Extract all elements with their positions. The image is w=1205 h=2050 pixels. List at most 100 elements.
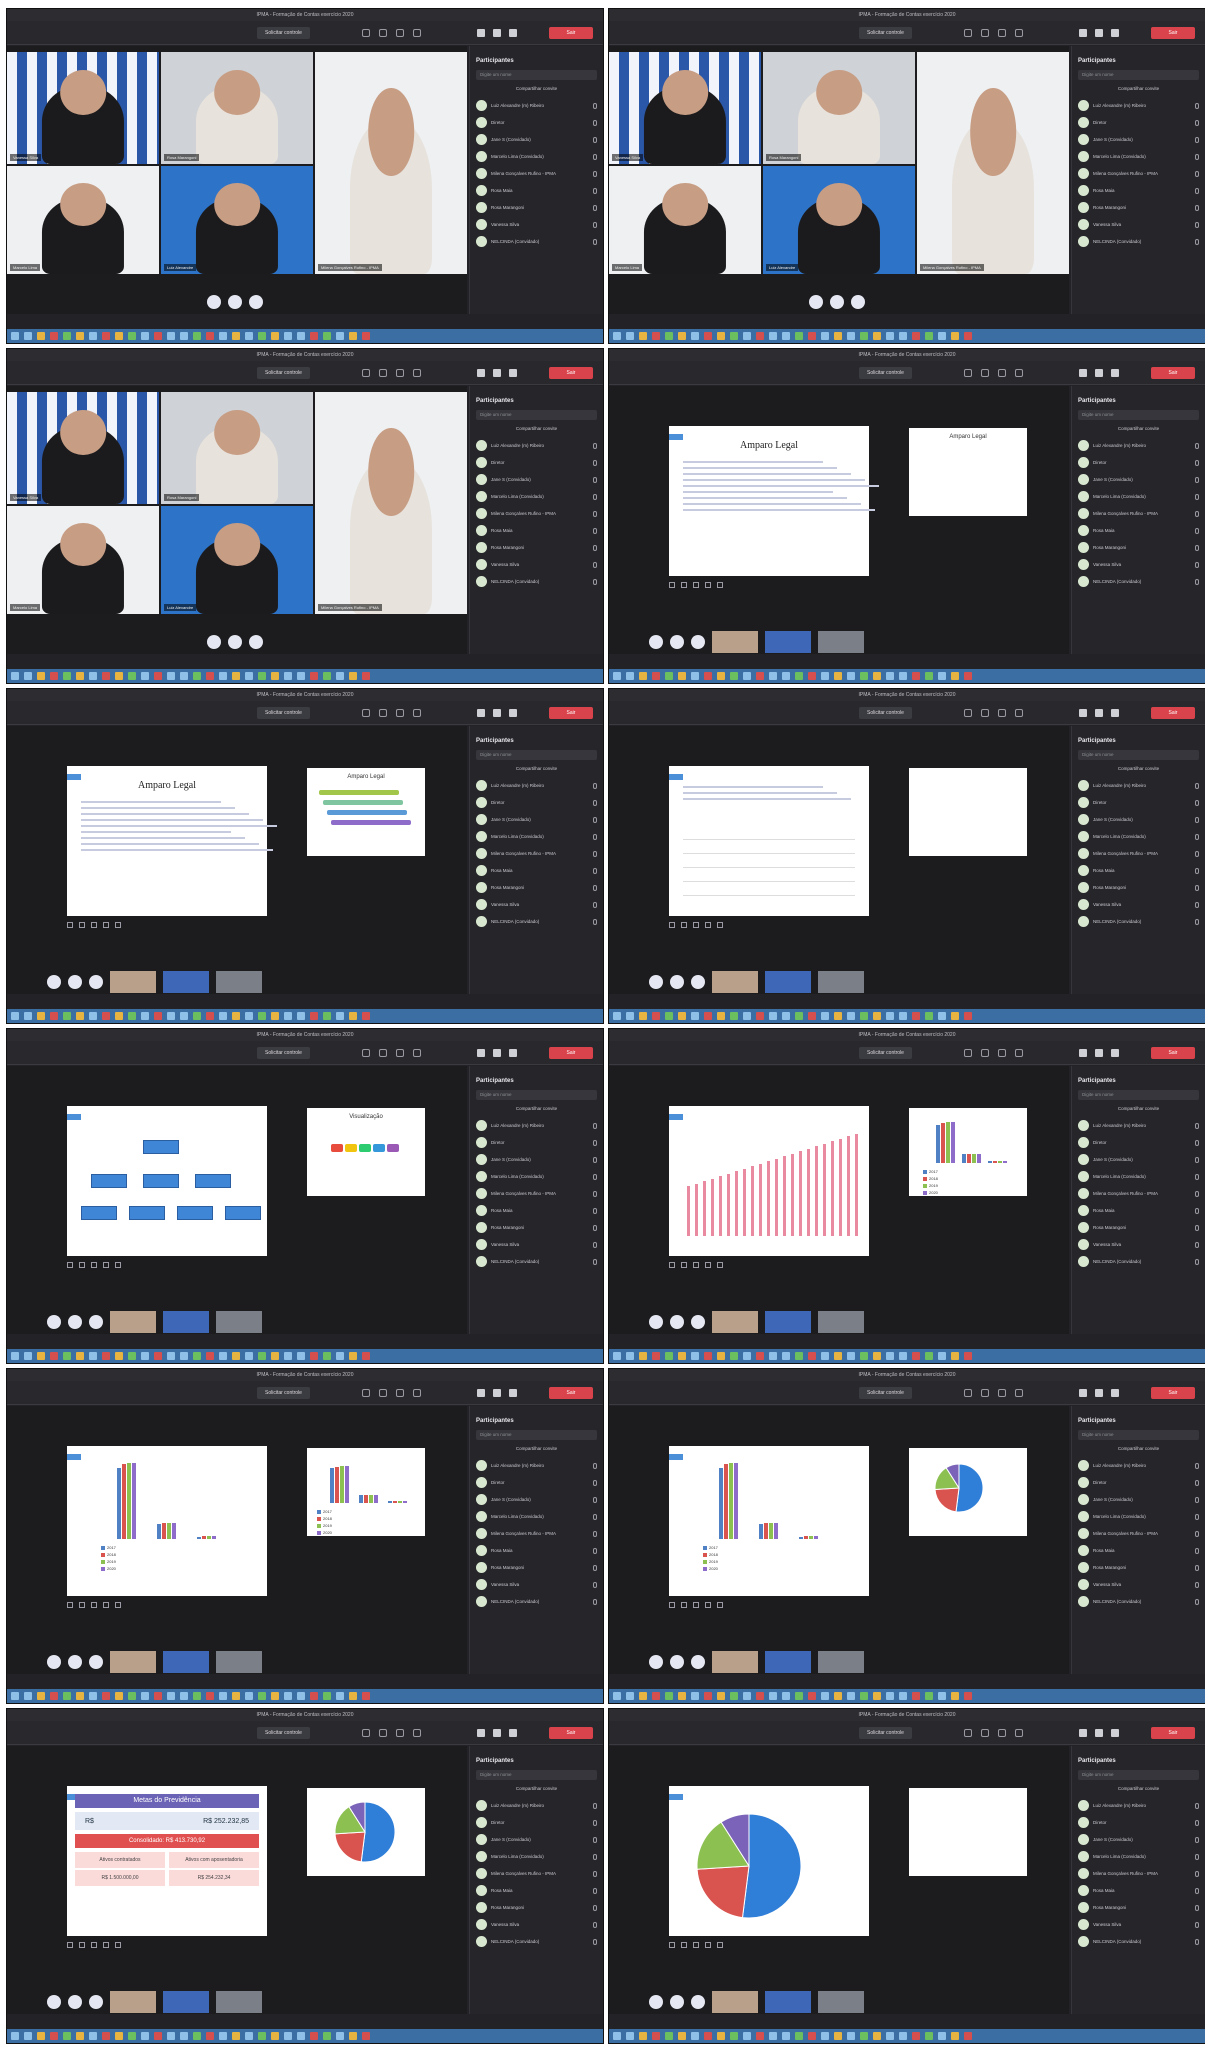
taskbar-app-icon[interactable] bbox=[63, 1692, 71, 1700]
taskbar-app-icon[interactable] bbox=[834, 1692, 842, 1700]
taskbar-app-icon[interactable] bbox=[743, 1692, 751, 1700]
taskbar-app-icon[interactable] bbox=[297, 1012, 305, 1020]
taskbar-app-icon[interactable] bbox=[180, 672, 188, 680]
participant-row[interactable]: Jane S (Convidado) bbox=[1078, 131, 1199, 148]
taskbar-app-icon[interactable] bbox=[652, 1012, 660, 1020]
leave-button[interactable]: Sair bbox=[1151, 1047, 1195, 1059]
more-icon[interactable] bbox=[1015, 1389, 1023, 1397]
participant-row[interactable]: Marcelo Lima (Convidado) bbox=[1078, 148, 1199, 165]
taskbar-app-icon[interactable] bbox=[141, 672, 149, 680]
leave-button[interactable]: Sair bbox=[549, 1727, 593, 1739]
taskbar-app-icon[interactable] bbox=[756, 2032, 764, 2040]
participant-row[interactable]: Diretor bbox=[1078, 454, 1199, 471]
taskbar-app-icon[interactable] bbox=[873, 332, 881, 340]
taskbar-app-icon[interactable] bbox=[834, 1352, 842, 1360]
camera-icon[interactable] bbox=[1079, 1049, 1087, 1057]
share-invite-link[interactable]: Compartilhar convite bbox=[1078, 1106, 1199, 1111]
taskbar-app-icon[interactable] bbox=[756, 1692, 764, 1700]
taskbar-app-icon[interactable] bbox=[115, 1692, 123, 1700]
taskbar-app-icon[interactable] bbox=[678, 332, 686, 340]
more-icon[interactable] bbox=[1015, 709, 1023, 717]
taskbar-app-icon[interactable] bbox=[310, 1012, 318, 1020]
leave-button[interactable]: Sair bbox=[1151, 27, 1195, 39]
taskbar-app-icon[interactable] bbox=[912, 332, 920, 340]
participant-row[interactable]: Rosa Maia bbox=[476, 182, 597, 199]
video-thumbnail[interactable] bbox=[163, 971, 209, 993]
participant-row[interactable]: Diretor bbox=[1078, 1134, 1199, 1151]
taskbar-app-icon[interactable] bbox=[821, 1352, 829, 1360]
taskbar-app-icon[interactable] bbox=[717, 1012, 725, 1020]
taskbar-app-icon[interactable] bbox=[11, 1692, 19, 1700]
chat-icon[interactable] bbox=[379, 29, 387, 37]
request-control-button[interactable]: Solicitar controle bbox=[859, 1727, 912, 1739]
taskbar-app-icon[interactable] bbox=[297, 2032, 305, 2040]
taskbar-app-icon[interactable] bbox=[11, 1352, 19, 1360]
leave-button[interactable]: Sair bbox=[1151, 707, 1195, 719]
taskbar-app-icon[interactable] bbox=[362, 1692, 370, 1700]
participant-bubble[interactable] bbox=[809, 295, 823, 309]
taskbar-app-icon[interactable] bbox=[886, 1352, 894, 1360]
participant-bubble[interactable] bbox=[89, 1995, 103, 2009]
participant-row[interactable]: Milena Gonçalves Rufino - IPMA bbox=[1078, 1525, 1199, 1542]
taskbar-app-icon[interactable] bbox=[626, 332, 634, 340]
taskbar-app-icon[interactable] bbox=[115, 2032, 123, 2040]
taskbar-app-icon[interactable] bbox=[678, 1012, 686, 1020]
taskbar-app-icon[interactable] bbox=[349, 672, 357, 680]
participant-bubble[interactable] bbox=[228, 635, 242, 649]
taskbar-app-icon[interactable] bbox=[141, 332, 149, 340]
video-thumbnail[interactable] bbox=[216, 1311, 262, 1333]
taskbar-app-icon[interactable] bbox=[245, 672, 253, 680]
pointer-icon[interactable] bbox=[693, 1262, 699, 1268]
participant-bubble[interactable] bbox=[851, 295, 865, 309]
taskbar-app-icon[interactable] bbox=[206, 1692, 214, 1700]
taskbar-app-icon[interactable] bbox=[639, 672, 647, 680]
reactions-icon[interactable] bbox=[998, 709, 1006, 717]
taskbar-app-icon[interactable] bbox=[232, 1692, 240, 1700]
participant-bubble[interactable] bbox=[68, 975, 82, 989]
taskbar-app-icon[interactable] bbox=[50, 332, 58, 340]
participant-row[interactable]: Rosa Marangoni bbox=[1078, 1559, 1199, 1576]
share-screen-icon[interactable] bbox=[509, 709, 517, 717]
taskbar-app-icon[interactable] bbox=[782, 2032, 790, 2040]
chat-icon[interactable] bbox=[379, 1729, 387, 1737]
taskbar-app-icon[interactable] bbox=[769, 332, 777, 340]
pen-icon[interactable] bbox=[67, 922, 73, 928]
participant-search-input[interactable]: Digite um nome bbox=[1078, 410, 1199, 420]
taskbar-app-icon[interactable] bbox=[141, 1352, 149, 1360]
participant-bubble[interactable] bbox=[649, 1995, 663, 2009]
reactions-icon[interactable] bbox=[998, 369, 1006, 377]
chat-icon[interactable] bbox=[379, 709, 387, 717]
taskbar-app-icon[interactable] bbox=[206, 332, 214, 340]
participant-row[interactable]: Rosa Marangoni bbox=[476, 539, 597, 556]
taskbar-app-icon[interactable] bbox=[180, 1352, 188, 1360]
video-thumbnail[interactable] bbox=[163, 1991, 209, 2013]
taskbar-app-icon[interactable] bbox=[362, 332, 370, 340]
taskbar-app-icon[interactable] bbox=[37, 1692, 45, 1700]
next-slide-icon[interactable] bbox=[717, 922, 723, 928]
share-screen-icon[interactable] bbox=[1111, 369, 1119, 377]
participant-row[interactable]: Jane S (Convidado) bbox=[476, 811, 597, 828]
taskbar-app-icon[interactable] bbox=[323, 2032, 331, 2040]
taskbar-app-icon[interactable] bbox=[128, 672, 136, 680]
participant-row[interactable]: Vanessa Silva bbox=[476, 556, 597, 573]
mic-icon[interactable] bbox=[1095, 369, 1103, 377]
taskbar-app-icon[interactable] bbox=[24, 1692, 32, 1700]
eraser-icon[interactable] bbox=[681, 1942, 687, 1948]
reactions-icon[interactable] bbox=[998, 29, 1006, 37]
taskbar-app-icon[interactable] bbox=[795, 332, 803, 340]
participant-row[interactable]: Marcelo Lima (Convidado) bbox=[1078, 488, 1199, 505]
people-icon[interactable] bbox=[362, 1389, 370, 1397]
participant-row[interactable]: Rosa Marangoni bbox=[1078, 199, 1199, 216]
participant-row[interactable]: Marcelo Lima (Convidado) bbox=[476, 1168, 597, 1185]
participant-row[interactable]: Marcelo Lima (Convidado) bbox=[476, 1508, 597, 1525]
taskbar-app-icon[interactable] bbox=[613, 672, 621, 680]
taskbar-app-icon[interactable] bbox=[938, 1352, 946, 1360]
taskbar-app-icon[interactable] bbox=[219, 1692, 227, 1700]
taskbar-app-icon[interactable] bbox=[206, 2032, 214, 2040]
taskbar-app-icon[interactable] bbox=[808, 1352, 816, 1360]
taskbar-app-icon[interactable] bbox=[297, 1692, 305, 1700]
participant-search-input[interactable]: Digite um nome bbox=[476, 410, 597, 420]
taskbar-app-icon[interactable] bbox=[310, 1692, 318, 1700]
taskbar-app-icon[interactable] bbox=[232, 672, 240, 680]
taskbar-app-icon[interactable] bbox=[873, 1692, 881, 1700]
